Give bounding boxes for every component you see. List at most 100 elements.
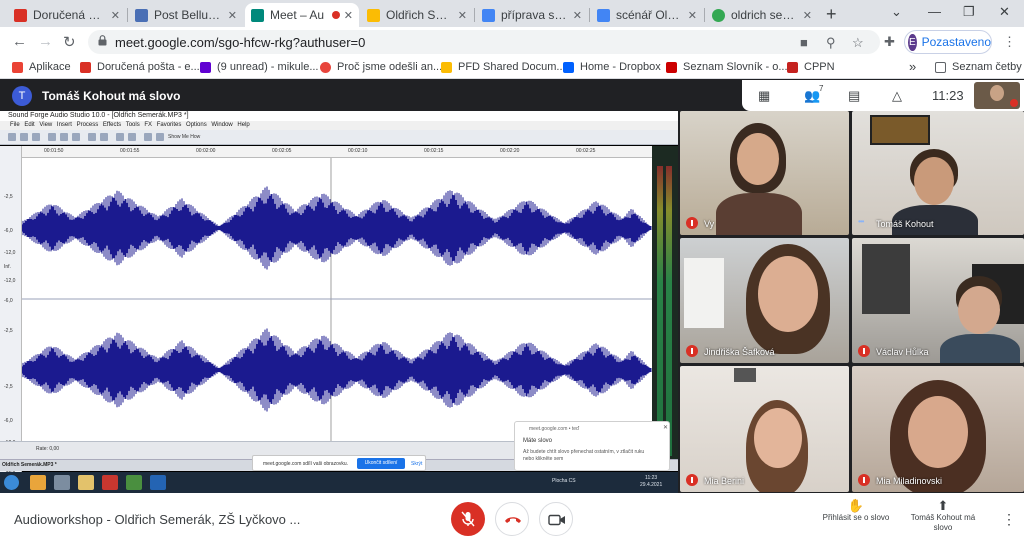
- mic-off-icon: [686, 345, 698, 357]
- participant-tile-vy[interactable]: Vy: [680, 111, 849, 235]
- close-icon[interactable]: ✕: [228, 9, 237, 22]
- rate-text: Rate: 0,00: [36, 446, 60, 452]
- microphone-toggle-button[interactable]: [451, 502, 485, 536]
- tab-google-search[interactable]: oldrich semerak ✕: [706, 3, 818, 27]
- new-tab-button[interactable]: +: [826, 4, 837, 25]
- video-camera-icon: [540, 503, 574, 537]
- self-view-thumbnail[interactable]: [974, 82, 1020, 109]
- mic-off-icon: [451, 502, 485, 536]
- participant-tile-mia-berini[interactable]: Mia Berini: [680, 366, 849, 492]
- screen-share-bar: meet.google.com sdílí vaši obrazovku. Uk…: [252, 455, 426, 471]
- minimize-button[interactable]: —: [928, 4, 941, 19]
- extensions-icon[interactable]: ✚: [884, 34, 895, 50]
- participant-face: [754, 408, 802, 468]
- hang-up-icon: [496, 503, 530, 537]
- waveform-view[interactable]: [22, 158, 652, 441]
- bookmark-gmail[interactable]: Doručená pošta - e...: [80, 61, 200, 73]
- participant-tile-vaclav-hulka[interactable]: Václav Hůlka: [852, 238, 1024, 363]
- tab-separator: [704, 8, 705, 22]
- stop-sharing-button[interactable]: Ukončit sdílení: [357, 458, 405, 469]
- end-call-button[interactable]: [495, 502, 529, 536]
- copy-icon: [60, 133, 68, 141]
- close-window-button[interactable]: ✕: [999, 4, 1010, 20]
- meet-notification[interactable]: meet.google.com • teď Máte slovo Až bude…: [514, 421, 670, 471]
- show-me-how-label: Show Me How: [168, 134, 201, 140]
- presenting-button[interactable]: ⬆ Tomáš Kohout má slovo: [906, 499, 980, 533]
- tab-meet[interactable]: Meet – Au ✕: [245, 3, 359, 27]
- participant-body: [940, 334, 1020, 363]
- bookmark-article[interactable]: Proč jsme odešli an...: [320, 61, 442, 73]
- close-icon[interactable]: ✕: [663, 424, 668, 431]
- tab-label: Post Bellum o...: [154, 8, 224, 22]
- notification-body: Až budete chtít slovo přenechat ostatním…: [523, 449, 645, 462]
- time-tick: 00:02:15: [424, 148, 444, 154]
- tab-drive[interactable]: Oldřich Semerák ✕: [361, 3, 473, 27]
- tab-gmail[interactable]: Doručená pošt ✕: [8, 3, 126, 27]
- close-icon[interactable]: ✕: [344, 9, 353, 22]
- restore-button[interactable]: ❐: [963, 4, 975, 20]
- activities-icon[interactable]: △: [892, 88, 902, 104]
- post-bellum-icon: [135, 8, 148, 22]
- browser-menu-icon[interactable]: ⋮: [1003, 34, 1016, 50]
- profile-button[interactable]: E Pozastaveno: [904, 30, 992, 54]
- close-icon[interactable]: ✕: [688, 9, 697, 22]
- bookmark-yahoo[interactable]: (9 unread) - mikule...: [200, 61, 318, 73]
- close-icon[interactable]: ✕: [803, 9, 812, 22]
- tab-post-bellum[interactable]: Post Bellum o... ✕: [129, 3, 243, 27]
- close-icon[interactable]: ✕: [111, 9, 120, 22]
- waveform-channel: [22, 186, 652, 270]
- raise-hand-button[interactable]: ✋ Přihlásit se o slovo: [820, 499, 892, 523]
- profile-status: Pozastaveno: [921, 35, 991, 49]
- bookmark-dropbox[interactable]: Home - Dropbox: [563, 61, 661, 73]
- close-icon[interactable]: ✕: [573, 9, 582, 22]
- paste-icon: [72, 133, 80, 141]
- bookmarks-more-button[interactable]: »: [909, 59, 916, 74]
- sound-forge-toolbar: Show Me How: [0, 130, 678, 145]
- bookmark-seznam[interactable]: Seznam Slovník - o...: [666, 61, 788, 73]
- tab-docs-scenar[interactable]: scénář Oldřich ✕: [591, 3, 703, 27]
- forward-icon[interactable]: →: [38, 33, 53, 50]
- camera-toggle-button[interactable]: [539, 502, 573, 536]
- system-tray: Plocha CS: [552, 478, 576, 484]
- participant-name: Jindřiška Šafková: [704, 347, 775, 357]
- back-icon[interactable]: ←: [12, 33, 27, 50]
- drive-icon: [441, 61, 452, 73]
- star-icon[interactable]: ☆: [852, 35, 864, 51]
- layout-icon[interactable]: ▦: [758, 88, 770, 104]
- tab-search-chevron-icon[interactable]: ⌄: [891, 4, 902, 20]
- participant-tile-jindriska-safkova[interactable]: Jindřiška Šafková: [680, 238, 849, 363]
- reload-icon[interactable]: ↻: [63, 33, 76, 51]
- camera-icon[interactable]: ■: [800, 35, 808, 50]
- tab-separator: [127, 8, 128, 22]
- chat-icon[interactable]: ▤: [848, 88, 860, 104]
- speaker-status-text: Tomáš Kohout má slovo: [42, 89, 181, 103]
- bookmark-pfd[interactable]: PFD Shared Docum...: [441, 61, 566, 73]
- bookmark-label: CPPN: [804, 61, 835, 73]
- more-options-icon[interactable]: ⋮: [1002, 511, 1016, 528]
- cut-icon: [48, 133, 56, 141]
- hide-share-bar-button[interactable]: Skrýt: [411, 461, 422, 467]
- reading-list-icon: [935, 61, 946, 73]
- presenting-label: Tomáš Kohout má slovo: [910, 513, 976, 532]
- yahoo-mail-icon: [200, 61, 211, 73]
- waveform-svg: [22, 158, 652, 441]
- participant-name: Mia Berini: [704, 476, 745, 486]
- people-icon[interactable]: 👥: [804, 88, 820, 104]
- tab-docs-priprava[interactable]: příprava scénář ✕: [476, 3, 588, 27]
- bookmark-cppn[interactable]: CPPN: [787, 61, 835, 73]
- reading-list-button[interactable]: Seznam četby: [935, 61, 1022, 73]
- participant-tile-tomas-kohout[interactable]: ••• Tomáš Kohout: [852, 111, 1024, 235]
- windows-taskbar: Plocha CS 11:23 29.4.2021: [0, 472, 678, 493]
- participant-tile-mia-miladinovski[interactable]: Mia Miladinovski: [852, 366, 1024, 492]
- browser-tab-strip: Doručená pošt ✕ Post Bellum o... ✕ Meet …: [0, 0, 1024, 27]
- sound-forge-icon: [102, 475, 118, 490]
- new-file-icon: [8, 133, 16, 141]
- participant-count-badge: 7: [819, 84, 824, 93]
- zoom-icon[interactable]: ⚲: [826, 35, 836, 51]
- close-icon[interactable]: ✕: [458, 9, 467, 22]
- url-text[interactable]: meet.google.com/sgo-hfcw-rkg?authuser=0: [115, 35, 365, 50]
- play-icon: [144, 133, 152, 141]
- address-bar[interactable]: meet.google.com/sgo-hfcw-rkg?authuser=0 …: [88, 30, 880, 54]
- meeting-title[interactable]: Audioworkshop - Oldřich Semerák, ZŠ Lyčk…: [14, 512, 300, 527]
- bookmark-apps[interactable]: Aplikace: [12, 61, 71, 73]
